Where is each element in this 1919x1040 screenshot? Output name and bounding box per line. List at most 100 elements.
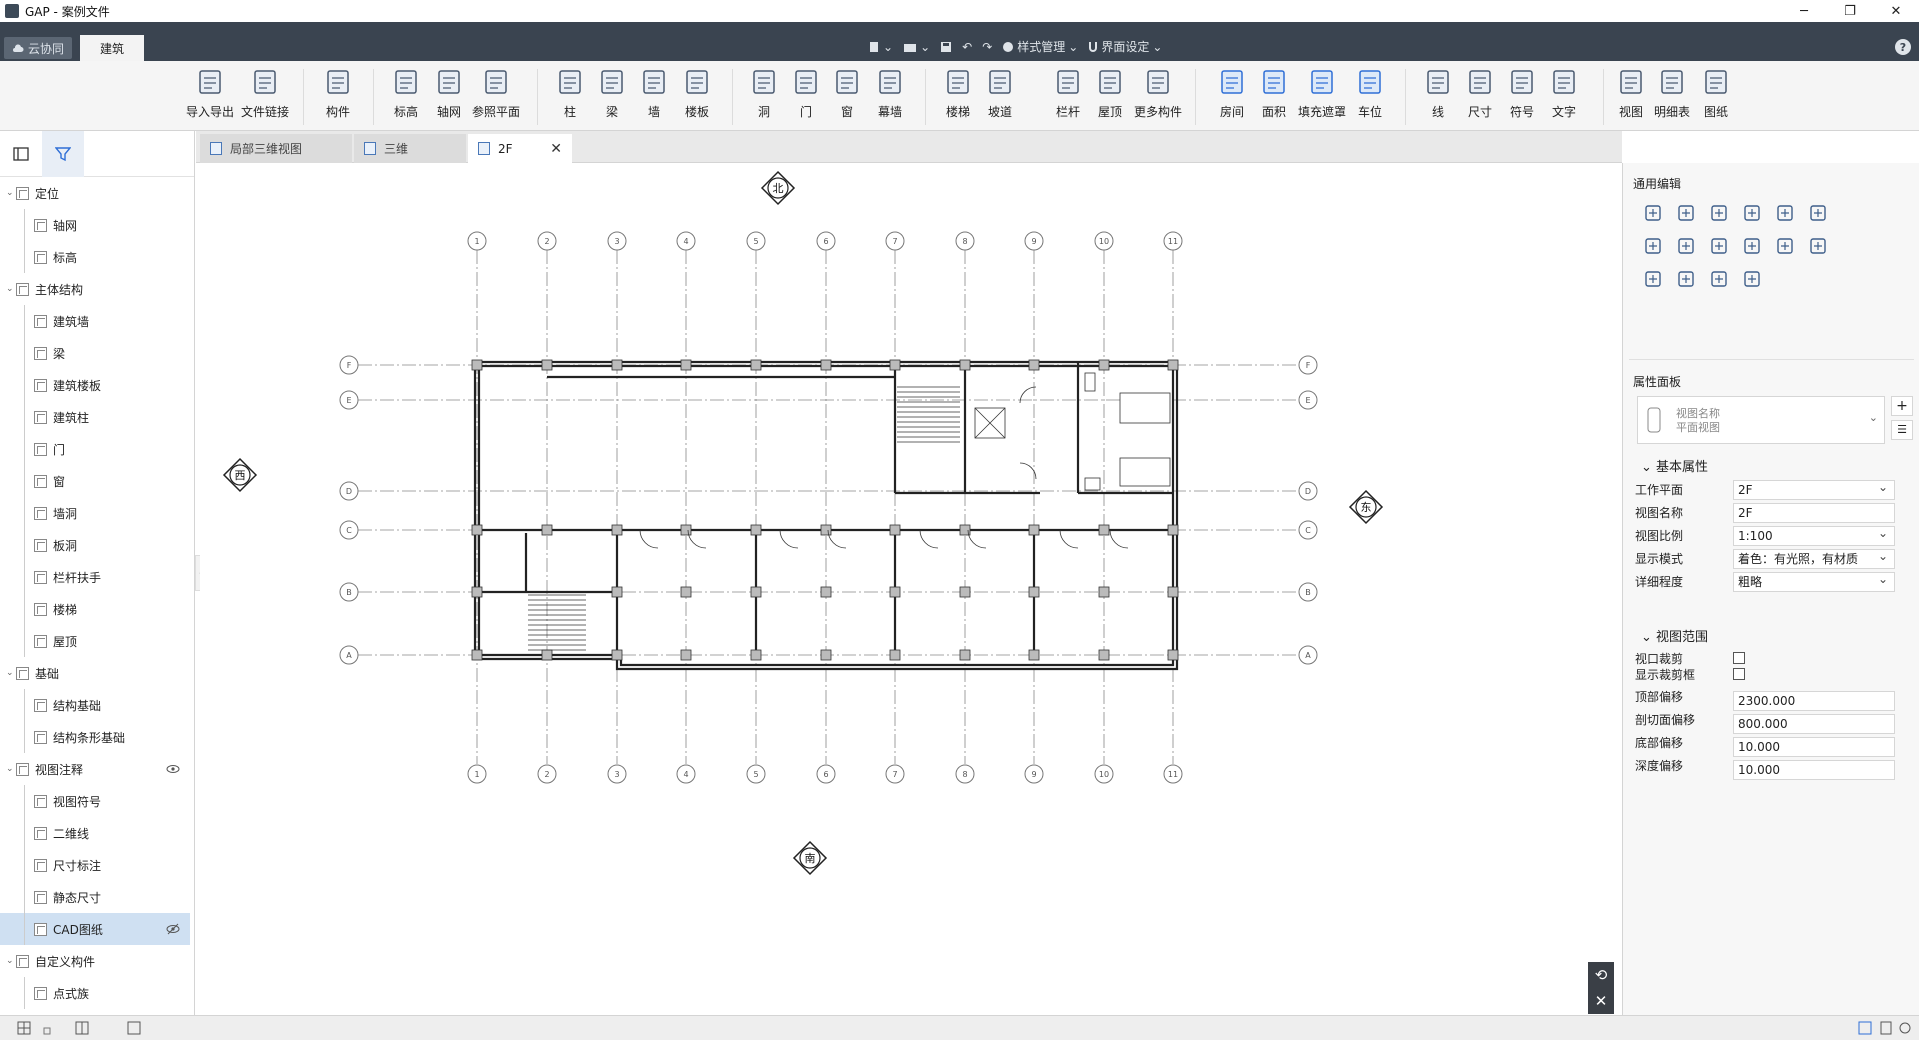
ribbon-stair-button[interactable]: 楼梯 xyxy=(934,67,982,120)
undo-button[interactable]: ↶ xyxy=(962,40,972,54)
visibility-checkbox[interactable] xyxy=(34,346,47,360)
tab-architecture[interactable]: 建筑 xyxy=(80,35,144,61)
tab-3d[interactable]: 三维 xyxy=(354,134,466,163)
measure-angle-icon[interactable] xyxy=(1709,269,1729,289)
visibility-checkbox[interactable] xyxy=(16,666,29,680)
tree-item[interactable]: ⌄板洞 xyxy=(0,529,190,561)
edit-type-button[interactable]: ☰ xyxy=(1891,420,1913,440)
visibility-checkbox[interactable] xyxy=(34,474,47,488)
visibility-checkbox[interactable] xyxy=(34,410,47,424)
minimize-button[interactable]: ─ xyxy=(1781,0,1827,22)
visibility-checkbox[interactable] xyxy=(34,378,47,392)
offset-input[interactable]: 10.000 xyxy=(1733,760,1895,780)
prop-value-field[interactable]: 2F xyxy=(1733,503,1895,523)
open-file-button[interactable]: ⌄ xyxy=(903,40,930,54)
visibility-checkbox[interactable] xyxy=(34,730,47,744)
tree-item[interactable]: ⌄梁 xyxy=(0,337,190,369)
tree-item[interactable]: ⌄窗 xyxy=(0,465,190,497)
tree-item[interactable]: ⌄视图符号 xyxy=(0,785,190,817)
ribbon-line-button[interactable]: 线 xyxy=(1414,67,1462,120)
chevron-down-icon[interactable]: ⌄ xyxy=(6,764,16,774)
align-icon[interactable] xyxy=(1742,203,1762,223)
close-window-button[interactable]: ✕ xyxy=(1873,0,1919,22)
visibility-checkbox[interactable] xyxy=(34,858,47,872)
ribbon-dimension-button[interactable]: 尺寸 xyxy=(1456,67,1504,120)
chevron-down-icon[interactable]: ⌄ xyxy=(6,668,16,678)
visibility-checkbox[interactable] xyxy=(34,314,47,328)
ribbon-grid-button[interactable]: 轴网 xyxy=(425,67,473,120)
tree-item[interactable]: ⌄门 xyxy=(0,433,190,465)
tree-item[interactable]: ⌄ 视图注释 xyxy=(0,753,190,785)
visibility-checkbox[interactable] xyxy=(34,986,47,1000)
filter-button[interactable] xyxy=(42,130,84,177)
tree-item[interactable]: ⌄建筑柱 xyxy=(0,401,190,433)
ribbon-ramp-button[interactable]: 坡道 xyxy=(976,67,1024,120)
reset-view-button[interactable]: ⟲ xyxy=(1588,962,1614,988)
tree-item[interactable]: ⌄标高 xyxy=(0,241,190,273)
checkbox[interactable] xyxy=(1733,652,1745,664)
ribbon-cad-import-button[interactable]: 导入导出 xyxy=(186,67,234,120)
split-icon[interactable] xyxy=(1775,203,1795,223)
measure-icon[interactable] xyxy=(1742,269,1762,289)
ribbon-schedule-button[interactable]: 明细表 xyxy=(1648,67,1696,120)
ribbon-curtain-wall-button[interactable]: 幕墙 xyxy=(866,67,914,120)
visibility-checkbox[interactable] xyxy=(34,538,47,552)
tree-item[interactable]: ⌄楼梯 xyxy=(0,593,190,625)
prop-value-field[interactable]: 粗略 xyxy=(1733,570,1895,592)
tree-item[interactable]: ⌄结构基础 xyxy=(0,689,190,721)
add-type-button[interactable]: + xyxy=(1891,396,1913,416)
ribbon-window-button[interactable]: 窗 xyxy=(823,67,871,120)
checkbox[interactable] xyxy=(1733,668,1745,680)
ribbon-roof-button[interactable]: 屋顶 xyxy=(1086,67,1134,120)
compass-south-icon[interactable]: 南 xyxy=(792,840,828,876)
tree-item[interactable]: ⌄ 主体结构 xyxy=(0,273,190,305)
ribbon-component-button[interactable]: 构件 xyxy=(314,67,362,120)
ribbon-parking-button[interactable]: 车位 xyxy=(1346,67,1394,120)
prop-value-field[interactable]: 2F xyxy=(1733,478,1895,500)
visibility-checkbox[interactable] xyxy=(34,698,47,712)
view-mode-icons[interactable] xyxy=(16,1019,156,1039)
ribbon-reference-plane-button[interactable]: 参照平面 xyxy=(472,67,520,120)
tab-2f[interactable]: 2F ✕ xyxy=(468,134,572,163)
array-icon[interactable] xyxy=(1643,236,1663,256)
ribbon-beam-button[interactable]: 梁 xyxy=(588,67,636,120)
copy-icon[interactable] xyxy=(1676,203,1696,223)
ribbon-floor-button[interactable]: 楼板 xyxy=(673,67,721,120)
visibility-checkbox[interactable] xyxy=(16,186,29,200)
ribbon-railing-button[interactable]: 栏杆 xyxy=(1044,67,1092,120)
prop-value-field[interactable]: 着色：有光照，有材质 xyxy=(1733,547,1895,569)
compass-west-icon[interactable]: 西 xyxy=(222,457,258,493)
tree-item[interactable]: ⌄二维线 xyxy=(0,817,190,849)
offset-input[interactable]: 800.000 xyxy=(1733,714,1895,734)
new-file-button[interactable]: ⌄ xyxy=(868,40,893,54)
scale-icon[interactable] xyxy=(1742,236,1762,256)
visibility-checkbox[interactable] xyxy=(34,826,47,840)
trim-icon[interactable] xyxy=(1808,203,1828,223)
visibility-checkbox[interactable] xyxy=(34,570,47,584)
tree-item[interactable]: ⌄建筑楼板 xyxy=(0,369,190,401)
offset-input[interactable]: 10.000 xyxy=(1733,737,1895,757)
view-range-group[interactable]: ⌄ 视图范围 xyxy=(1641,626,1708,645)
ribbon-room-button[interactable]: 房间 xyxy=(1208,67,1256,120)
visibility-checkbox[interactable] xyxy=(34,218,47,232)
tree-item[interactable]: ⌄结构条形基础 xyxy=(0,721,190,753)
visibility-checkbox[interactable] xyxy=(34,506,47,520)
ui-settings-button[interactable]: 界面设定 ⌄ xyxy=(1088,38,1162,55)
ribbon-wall-button[interactable]: 墙 xyxy=(630,67,678,120)
close-tab-icon[interactable]: ✕ xyxy=(550,141,562,157)
ribbon-symbol-button[interactable]: 符号 xyxy=(1498,67,1546,120)
basic-props-group[interactable]: ⌄ 基本属性 xyxy=(1641,456,1708,475)
ribbon-file-link-button[interactable]: 文件链接 xyxy=(241,67,289,120)
ribbon-more-components-button[interactable]: 更多构件 xyxy=(1134,67,1182,120)
compass-east-icon[interactable]: 东 xyxy=(1348,489,1384,525)
tree-item[interactable]: ⌄尺寸标注 xyxy=(0,849,190,881)
visibility-checkbox[interactable] xyxy=(16,954,29,968)
ribbon-area-button[interactable]: 面积 xyxy=(1250,67,1298,120)
mirror-pick-icon[interactable] xyxy=(1676,236,1696,256)
visibility-checkbox[interactable] xyxy=(34,634,47,648)
eye-icon[interactable] xyxy=(166,762,180,776)
offset-icon[interactable] xyxy=(1709,236,1729,256)
tree-item[interactable]: ⌄栏杆扶手 xyxy=(0,561,190,593)
prop-value-field[interactable]: 1:100 xyxy=(1733,524,1895,546)
eye-off-icon[interactable] xyxy=(166,922,180,936)
